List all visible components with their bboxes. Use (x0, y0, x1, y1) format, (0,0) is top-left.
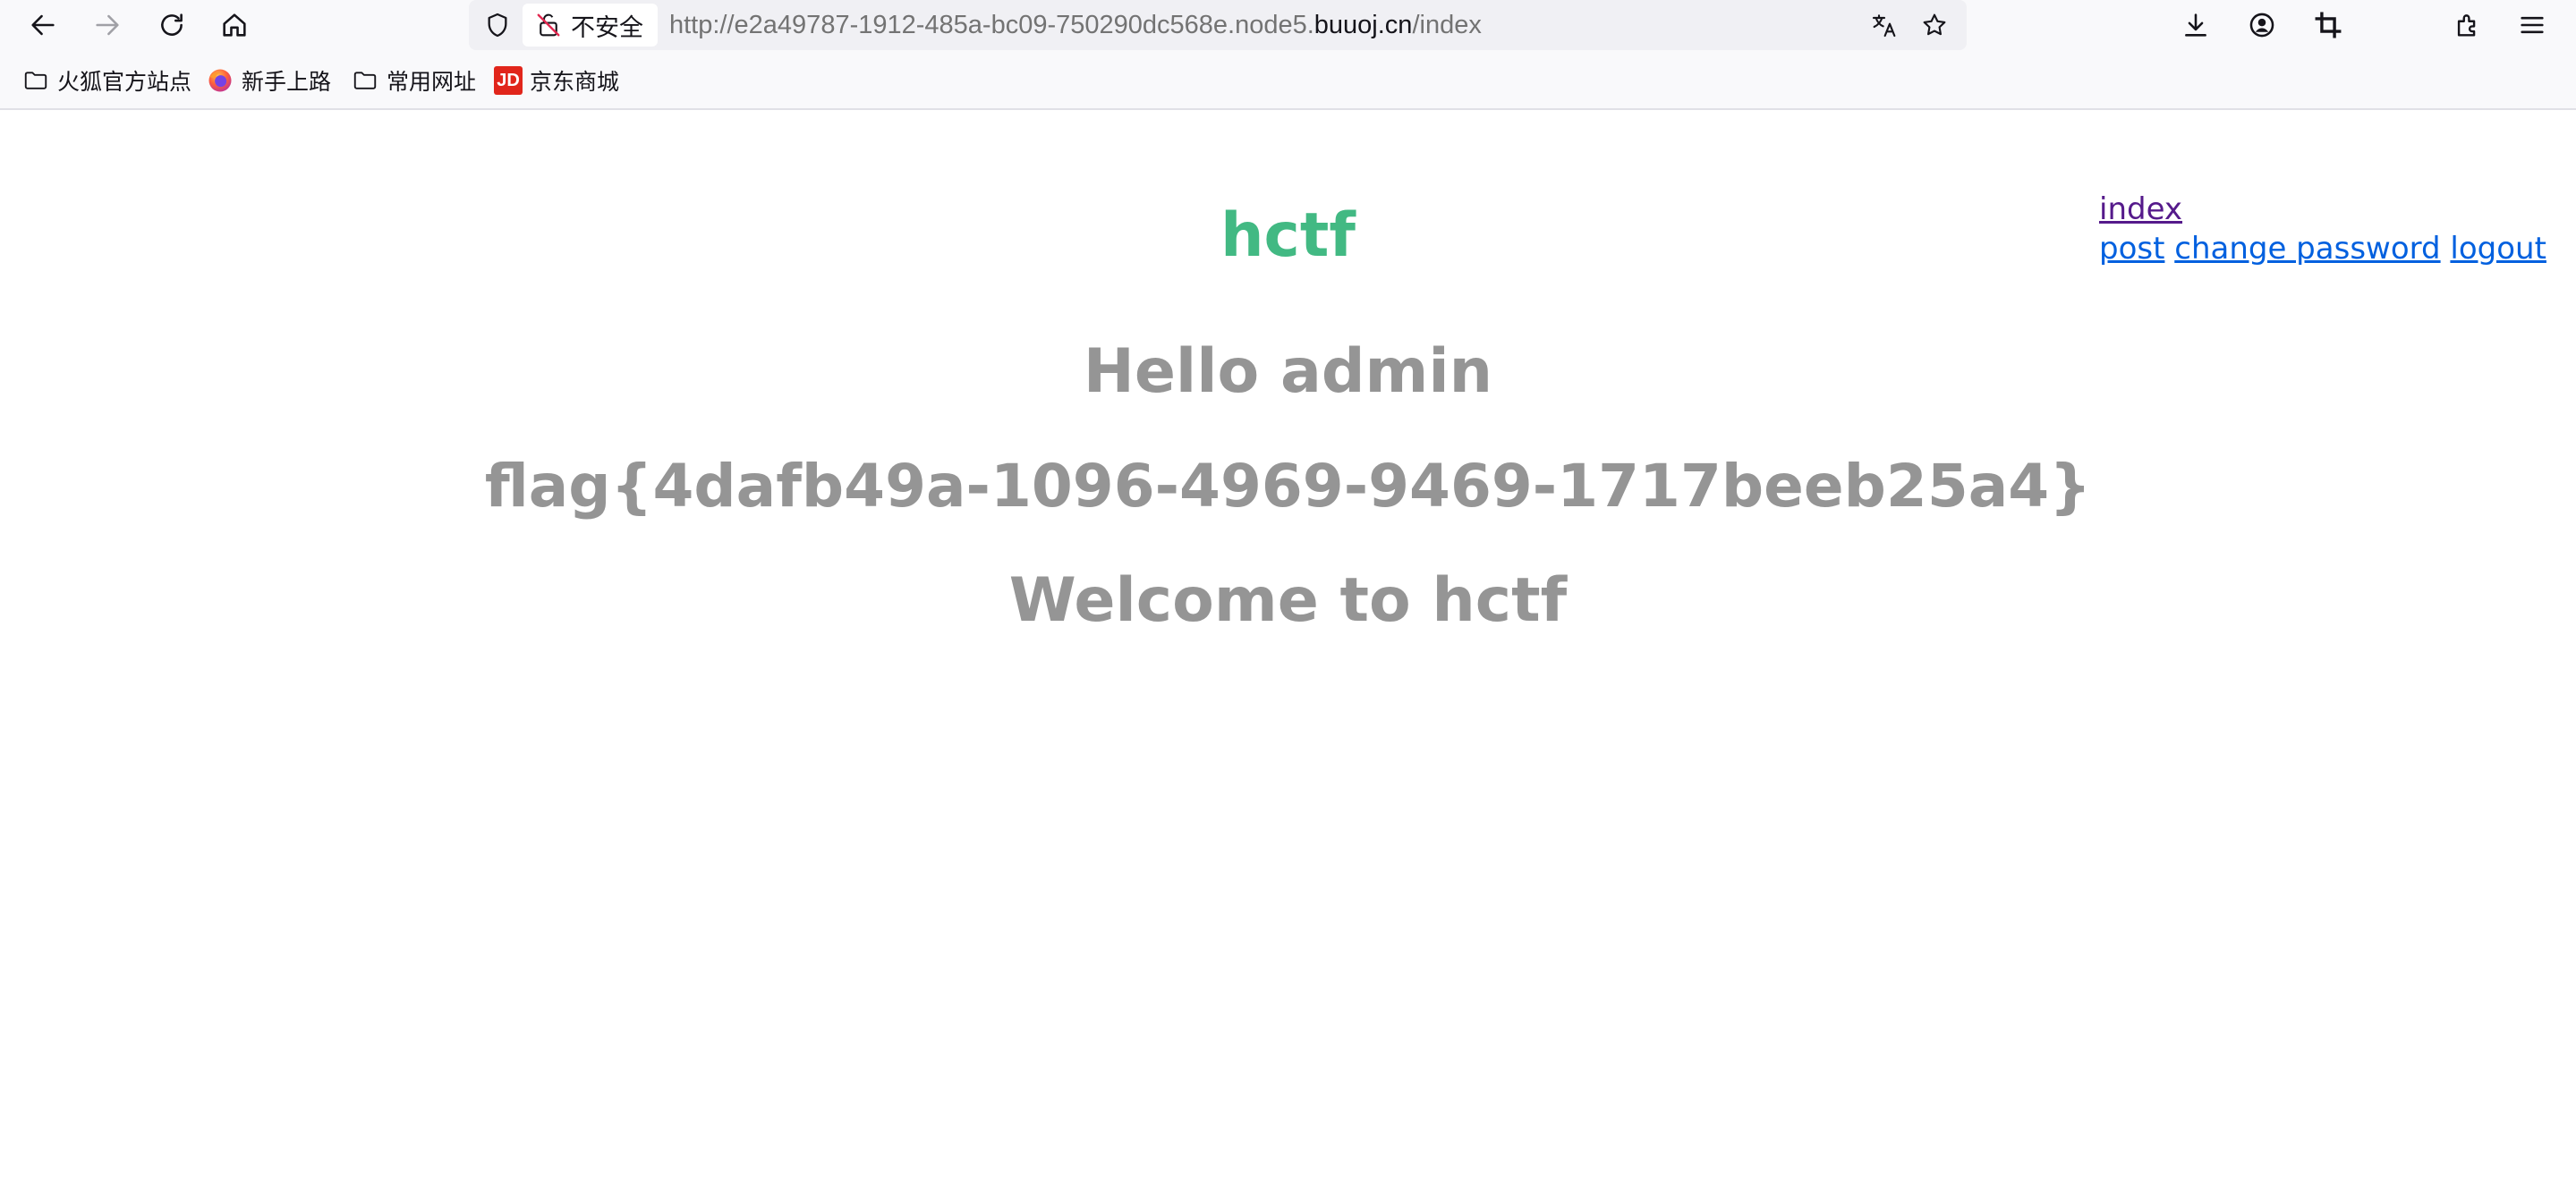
downloads-button[interactable] (2174, 4, 2217, 47)
security-label: 不安全 (571, 13, 643, 42)
reload-icon (161, 13, 183, 36)
back-arrow-icon (31, 14, 55, 36)
url-domain: buuoj.cn (1314, 11, 1413, 39)
welcome-heading: Welcome to hctf (1008, 565, 1568, 636)
flag-heading: flag{4dafb49a-1096-4969-9469-1717beeb25a… (484, 452, 2092, 521)
download-icon (2185, 13, 2206, 37)
account-button[interactable] (2240, 4, 2283, 47)
hamburger-menu-icon (2521, 16, 2544, 34)
tracking-protection-button[interactable] (478, 5, 517, 45)
crop-icon (2315, 12, 2342, 38)
extensions-icon (2457, 14, 2476, 37)
reload-button[interactable] (150, 4, 193, 47)
bookmark-star-button[interactable] (1915, 5, 1954, 45)
folder-icon (351, 66, 379, 95)
connection-insecure-button[interactable]: 不安全 (523, 4, 658, 47)
folder-icon (21, 66, 50, 95)
extensions-button[interactable] (2446, 4, 2489, 47)
screenshot-button[interactable] (2307, 4, 2350, 47)
bookmark-item[interactable]: 火狐官方站点 (21, 63, 191, 98)
account-icon (2249, 13, 2274, 38)
app-menu-button[interactable] (2511, 4, 2554, 47)
bookmark-label: 常用网址 (387, 69, 477, 95)
greeting-heading: Hello admin (1083, 336, 1493, 407)
nav-link-change-password[interactable]: change password (2174, 231, 2440, 267)
forward-arrow-icon (96, 14, 119, 36)
nav-link-index[interactable]: index (2099, 191, 2182, 227)
url-text[interactable]: http://e2a49787-1912-485a-bc09-750290dc5… (669, 0, 1482, 50)
nav-row: post change password logout (2099, 229, 2546, 268)
bookmarks-toolbar: 火狐官方站点 新手上路 常用网址 JD 京东商城 (0, 50, 2576, 110)
bookmark-item[interactable]: JD 京东商城 (494, 63, 619, 98)
translate-button[interactable] (1865, 5, 1904, 45)
translate-icon (1872, 14, 1896, 38)
forward-button[interactable] (86, 4, 129, 47)
url-bar[interactable]: 不安全 http://e2a49787-1912-485a-bc09-75029… (469, 0, 1967, 50)
bookmark-label: 新手上路 (242, 69, 332, 95)
bookmark-item[interactable]: 新手上路 (206, 63, 331, 98)
nav-link-post[interactable]: post (2099, 231, 2164, 267)
shield-icon (488, 13, 507, 38)
jd-icon: JD (494, 66, 523, 95)
nav-row: index (2099, 190, 2546, 229)
firefox-icon (206, 66, 234, 95)
site-nav: index post change password logout (2099, 190, 2546, 268)
url-prefix: http://e2a49787-1912-485a-bc09-750290dc5… (669, 11, 1314, 39)
star-icon (1923, 13, 1946, 36)
bookmark-item[interactable]: 常用网址 (351, 63, 476, 98)
browser-toolbar: 不安全 http://e2a49787-1912-485a-bc09-75029… (0, 0, 2576, 50)
insecure-lock-icon (537, 13, 560, 37)
url-path: /index (1412, 11, 1482, 39)
back-button[interactable] (21, 4, 64, 47)
bookmark-label: 火狐官方站点 (57, 69, 192, 95)
home-button[interactable] (213, 4, 256, 47)
home-icon (223, 13, 246, 37)
bookmark-label: 京东商城 (530, 69, 620, 95)
nav-link-logout[interactable]: logout (2450, 231, 2546, 267)
